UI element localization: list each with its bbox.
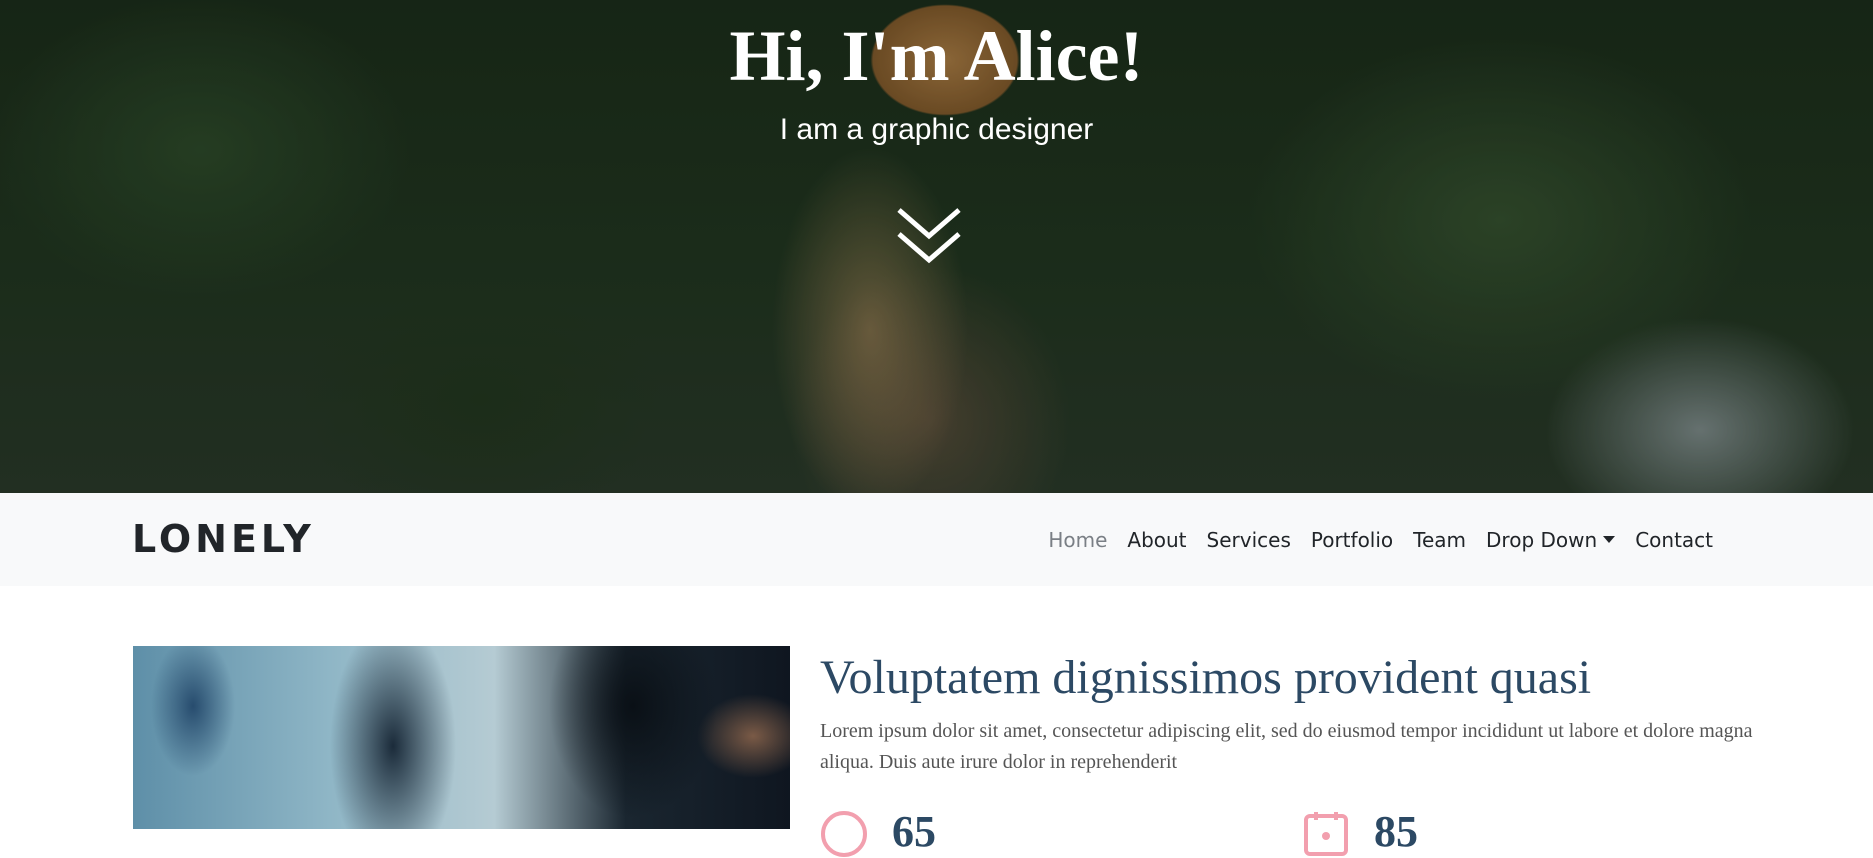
hero-section: Hi, I'm Alice! I am a graphic designer — [0, 0, 1873, 493]
nav-item-contact[interactable]: Contact — [1635, 528, 1713, 552]
stat-item: 65 — [820, 810, 1120, 857]
nav-item-team[interactable]: Team — [1413, 528, 1466, 552]
about-text: Lorem ipsum dolor sit amet, consectetur … — [820, 720, 1753, 773]
nav-item-dropdown[interactable]: Drop Down — [1486, 527, 1616, 552]
main-navbar: LONELY Home About Services Portfolio Tea… — [0, 493, 1873, 586]
nav-item-label: About — [1127, 527, 1187, 552]
nav-item-label: Services — [1206, 527, 1291, 552]
nav-item-label: Contact — [1635, 527, 1713, 552]
about-image — [133, 646, 790, 829]
hero-title: Hi, I'm Alice! — [729, 16, 1144, 96]
hero-subtitle: I am a graphic designer — [779, 113, 1094, 146]
nav-item-home[interactable]: Home — [1048, 528, 1107, 552]
nav-item-label: Drop Down — [1486, 527, 1598, 552]
nav-item-label: Portfolio — [1310, 527, 1394, 552]
stat-value: 85 — [1374, 807, 1418, 856]
stat-item: 85 — [1302, 810, 1602, 856]
calendar-icon — [1304, 812, 1348, 856]
nav-item-services[interactable]: Services — [1207, 528, 1291, 552]
nav-item-about[interactable]: About — [1127, 528, 1186, 552]
nav-menu: Home About Services Portfolio Team Drop … — [1048, 493, 1713, 586]
nav-item-label: Team — [1413, 527, 1467, 552]
caret-down-icon — [1603, 536, 1616, 543]
nav-item-portfolio[interactable]: Portfolio — [1311, 528, 1393, 552]
brand-logo[interactable]: LONELY — [132, 517, 315, 561]
double-chevron-down-icon[interactable] — [896, 206, 962, 268]
stat-value: 65 — [892, 807, 936, 856]
about-title: Voluptatem dignissimos provident quasi — [820, 651, 1592, 704]
nav-item-label: Home — [1048, 527, 1108, 552]
smile-icon — [821, 811, 867, 857]
